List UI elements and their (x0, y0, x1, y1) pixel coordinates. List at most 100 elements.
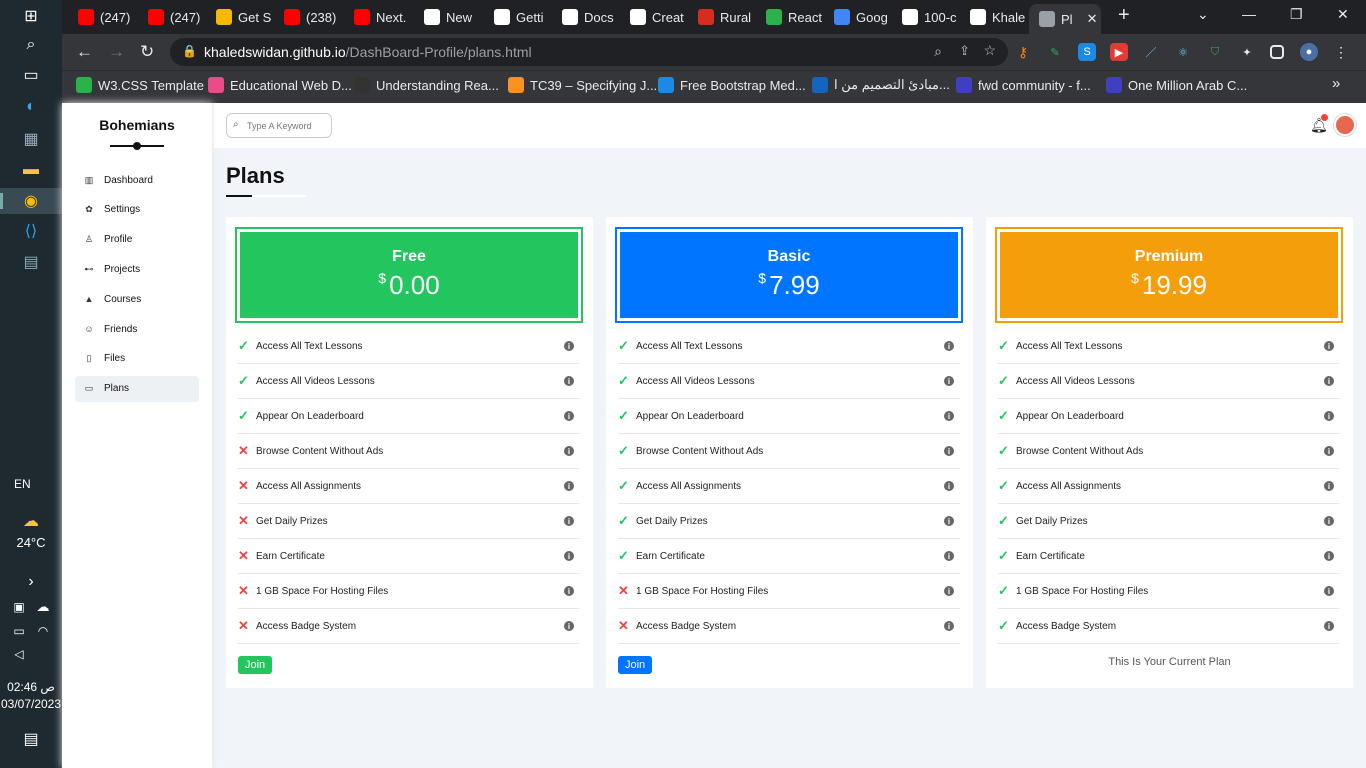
search-input[interactable]: ⌕ Type A Keyword (226, 113, 332, 138)
key-extension-icon[interactable]: ⚷ (1014, 43, 1032, 61)
bookmark-item[interactable]: TC39 – Specifying J... (508, 77, 657, 93)
sidebar-item-dashboard[interactable]: ▥ Dashboard (75, 167, 199, 193)
tab-11[interactable]: Goog (824, 4, 892, 30)
sidebar-item-friends[interactable]: ☺ Friends (75, 316, 199, 342)
info-icon[interactable]: i (1324, 621, 1334, 631)
info-icon[interactable]: i (944, 376, 954, 386)
volume-icon[interactable]: ◁ (8, 643, 30, 665)
bookmark-item[interactable]: Free Bootstrap Med... (658, 77, 806, 93)
info-icon[interactable]: i (564, 551, 574, 561)
info-icon[interactable]: i (944, 586, 954, 596)
notifications-icon[interactable]: ▤ (16, 728, 46, 750)
info-icon[interactable]: i (944, 481, 954, 491)
minimize-icon[interactable]: — (1242, 6, 1256, 22)
sidebar-item-profile[interactable]: ♙ Profile (75, 227, 199, 253)
info-icon[interactable]: i (944, 516, 954, 526)
info-icon[interactable]: i (1324, 411, 1334, 421)
info-icon[interactable]: i (1324, 341, 1334, 351)
info-icon[interactable]: i (1324, 376, 1334, 386)
info-icon[interactable]: i (564, 621, 574, 631)
info-icon[interactable]: i (1324, 586, 1334, 596)
sidebar-item-courses[interactable]: ▲ Courses (75, 286, 199, 312)
bookmark-item[interactable]: Educational Web D... (208, 77, 352, 93)
clock-date[interactable]: 03/07/2023 (0, 697, 62, 711)
reload-icon[interactable]: ↻ (140, 42, 154, 62)
info-icon[interactable]: i (564, 411, 574, 421)
weather-icon[interactable]: ☁ (16, 510, 46, 532)
lock-icon[interactable]: 🔒 (182, 44, 197, 58)
tab-1[interactable]: (247) (138, 4, 203, 30)
info-icon[interactable]: i (564, 341, 574, 351)
meet-icon[interactable]: ▣ (8, 596, 30, 618)
info-icon[interactable]: i (944, 341, 954, 351)
battery-icon[interactable]: ▭ (8, 620, 30, 642)
bookmark-item[interactable]: fwd community - f... (956, 77, 1091, 93)
vscode-icon[interactable]: ⟨⟩ (16, 220, 46, 242)
pen-extension-icon[interactable]: ／ (1142, 43, 1160, 61)
join-button[interactable]: Join (238, 656, 273, 674)
info-icon[interactable]: i (1324, 446, 1334, 456)
chevron-right-icon[interactable]: › (16, 571, 46, 593)
forward-icon[interactable]: → (108, 42, 125, 62)
info-icon[interactable]: i (1324, 516, 1334, 526)
tab-12[interactable]: 100-c (892, 4, 960, 30)
info-icon[interactable]: i (564, 481, 574, 491)
windows-start-icon[interactable]: ⊞ (16, 5, 46, 27)
sidebar-item-files[interactable]: ▯ Files (75, 346, 199, 372)
s-extension-icon[interactable]: S (1078, 43, 1096, 61)
share-icon[interactable]: ⇪ (959, 43, 970, 59)
tab-0[interactable]: (247) (68, 4, 138, 30)
bookmark-item[interactable]: مبادئ التصميم من ا... (812, 77, 950, 93)
avatar[interactable] (1334, 114, 1356, 136)
close-tab-icon[interactable]: ✕ (1087, 11, 1098, 27)
tab-14[interactable]: Pl ✕ (1029, 4, 1101, 34)
search-icon[interactable]: ⌕ (16, 34, 46, 56)
wifi-icon[interactable]: ◠ (32, 620, 54, 642)
tab-7[interactable]: Docs (552, 4, 620, 30)
edge-icon[interactable]: ◐ (16, 96, 46, 118)
sidebar-item-plans[interactable]: ▭ Plans (75, 375, 199, 402)
sidebar-item-settings[interactable]: ✿ Settings (75, 197, 199, 223)
tab-13[interactable]: Khale (960, 4, 1030, 30)
tab-search-icon[interactable]: ⌄ (1197, 6, 1209, 23)
side-panel-icon[interactable] (1270, 45, 1284, 59)
bookmark-item[interactable]: One Million Arab C... (1106, 77, 1247, 93)
bookmark-item[interactable]: W3.CSS Template (76, 77, 204, 93)
task-view-icon[interactable]: ▭ (16, 64, 46, 86)
info-icon[interactable]: i (944, 551, 954, 561)
tab-5[interactable]: New (414, 4, 484, 30)
clock-time[interactable]: ص 02:46 (0, 680, 62, 694)
more-menu-icon[interactable]: ⋮ (1332, 43, 1350, 61)
info-icon[interactable]: i (944, 411, 954, 421)
tab-2[interactable]: Get S (206, 4, 274, 30)
info-icon[interactable]: i (564, 516, 574, 526)
tab-8[interactable]: Creat (620, 4, 690, 30)
bookmark-star-icon[interactable]: ☆ (983, 42, 996, 59)
tab-9[interactable]: Rural (688, 4, 756, 30)
info-icon[interactable]: i (944, 621, 954, 631)
profile-icon[interactable]: ● (1300, 43, 1318, 61)
restore-icon[interactable]: ❐ (1290, 6, 1303, 23)
info-icon[interactable]: i (564, 376, 574, 386)
back-icon[interactable]: ← (76, 42, 93, 62)
close-window-icon[interactable]: ✕ (1337, 6, 1349, 23)
bookmark-item[interactable]: Understanding Rea... (354, 77, 499, 93)
info-icon[interactable]: i (1324, 551, 1334, 561)
info-icon[interactable]: i (564, 446, 574, 456)
info-icon[interactable]: i (944, 446, 954, 456)
join-button[interactable]: Join (618, 656, 653, 674)
react-devtools-icon[interactable]: ⚛ (1174, 43, 1192, 61)
extensions-puzzle-icon[interactable]: ✦ (1238, 43, 1256, 61)
tab-4[interactable]: Next. (344, 4, 412, 30)
video-extension-icon[interactable]: ▶ (1110, 43, 1128, 61)
sidebar-item-projects[interactable]: ⊷ Projects (75, 256, 199, 282)
calculator-icon[interactable]: ▦ (16, 128, 46, 150)
bookmarks-more-icon[interactable]: » (1332, 75, 1340, 92)
shield-extension-icon[interactable]: ⛉ (1206, 43, 1224, 61)
zoom-icon[interactable]: ⌕ (934, 43, 942, 60)
info-icon[interactable]: i (1324, 481, 1334, 491)
new-tab-button[interactable]: + (1108, 2, 1130, 28)
tab-6[interactable]: Getti (484, 4, 554, 30)
chrome-icon[interactable]: ◉ (16, 190, 46, 212)
file-explorer-icon[interactable]: ▬ (16, 159, 46, 181)
